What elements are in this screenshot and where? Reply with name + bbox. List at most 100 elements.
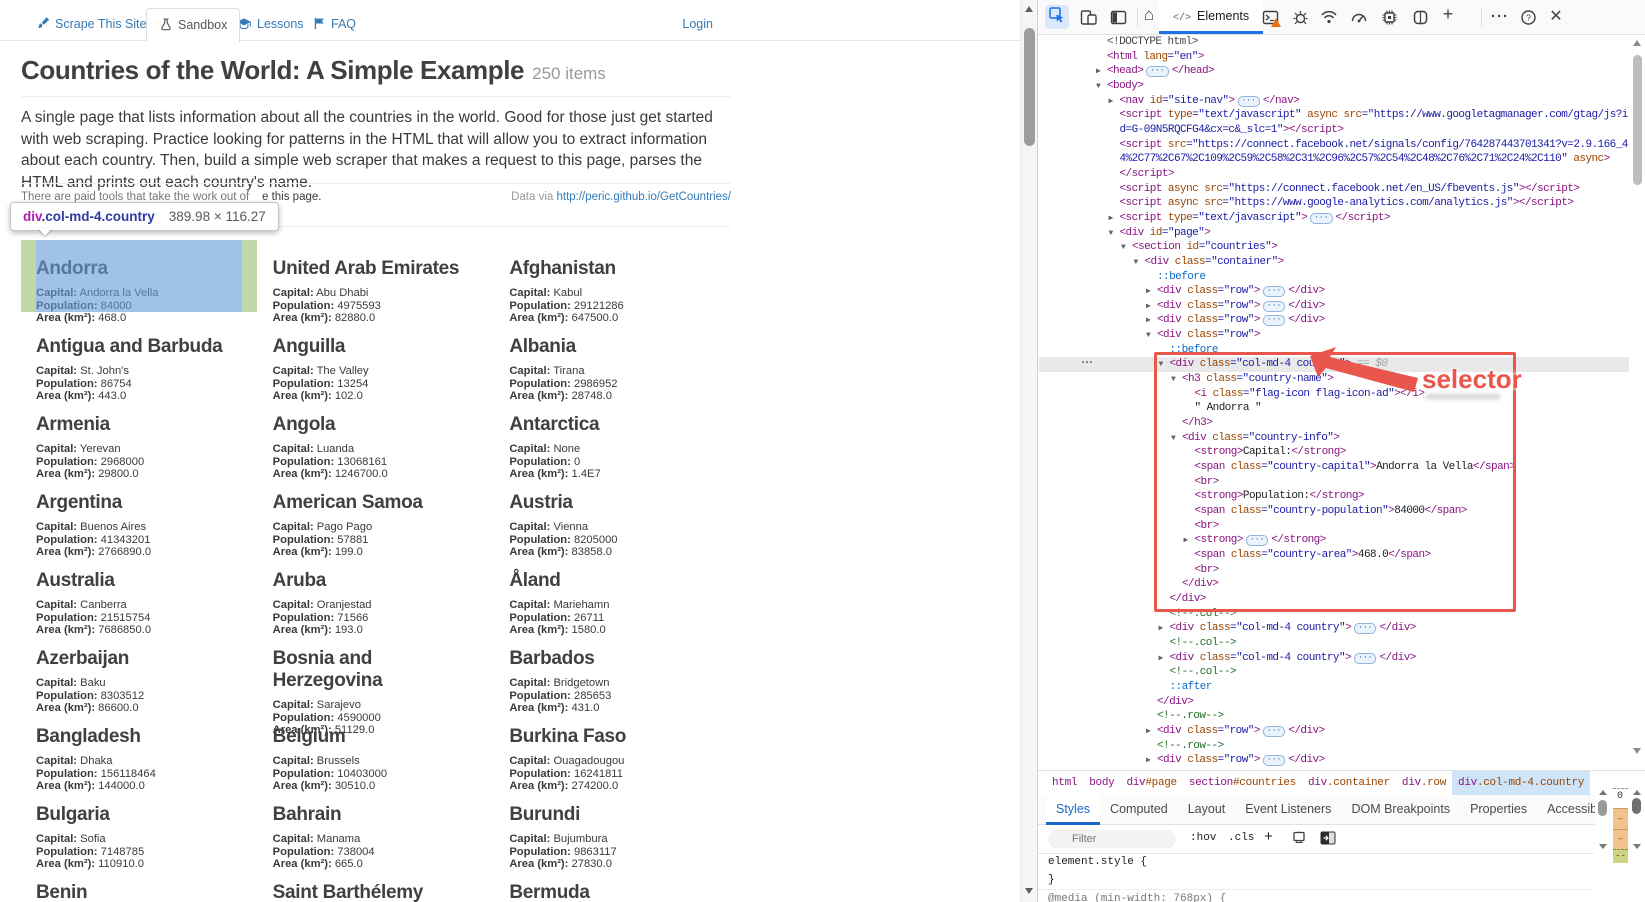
- help-icon[interactable]: ?: [1518, 7, 1538, 27]
- nav-item-login[interactable]: Login: [682, 8, 713, 40]
- application-icon[interactable]: [1410, 7, 1430, 27]
- dom-node[interactable]: <br>: [1039, 519, 1629, 534]
- element-style-open[interactable]: element.style {: [1038, 853, 1594, 871]
- dom-node[interactable]: ▼<h3 class="country-name">: [1039, 372, 1629, 387]
- dom-node[interactable]: ▶<head>···</head>: [1039, 64, 1629, 79]
- dom-node[interactable]: ::before: [1039, 270, 1629, 285]
- dom-node[interactable]: ▶<div class="row">···</div>: [1039, 299, 1629, 314]
- dom-node[interactable]: ▶<strong>···</strong>: [1039, 533, 1629, 548]
- scrollbar-down-arrow[interactable]: [1633, 748, 1641, 754]
- dom-node[interactable]: <br>: [1039, 563, 1629, 578]
- computed-styles-sidebar-icon[interactable]: [1292, 831, 1306, 851]
- inline-expand-icon[interactable]: ···: [1310, 213, 1332, 224]
- network-conditions-icon[interactable]: [1319, 7, 1339, 27]
- dom-node[interactable]: ▶<nav id="site-nav">···</nav>: [1039, 94, 1629, 109]
- breadcrumb-item[interactable]: div.col-md-4.country: [1452, 771, 1590, 796]
- dom-node[interactable]: <span class="country-capital">Andorra la…: [1039, 460, 1629, 475]
- scrollbar-thumb[interactable]: [1598, 800, 1607, 816]
- tab-computed[interactable]: Computed: [1100, 795, 1178, 822]
- dom-node[interactable]: ::after: [1039, 680, 1629, 695]
- dom-node[interactable]: <!--.row-->: [1039, 739, 1629, 754]
- dom-node[interactable]: <script type="text/javascript" async src…: [1039, 108, 1629, 123]
- inline-expand-icon[interactable]: ···: [1263, 301, 1285, 312]
- dom-node[interactable]: <i class="flag-icon flag-icon-ad"></i>: [1039, 387, 1629, 402]
- breadcrumb-item[interactable]: div.row: [1396, 771, 1452, 796]
- scrollbar-down-arrow[interactable]: [1633, 844, 1641, 849]
- dom-node[interactable]: <span class="country-area">468.0</span>: [1039, 548, 1629, 563]
- dom-node[interactable]: <script async src="https://www.google-an…: [1039, 196, 1629, 211]
- tab-properties[interactable]: Properties: [1460, 795, 1537, 822]
- element-style-close[interactable]: }: [1038, 871, 1594, 889]
- expand-arrow-icon[interactable]: ▶: [1096, 65, 1100, 80]
- scrollbar-down-arrow[interactable]: [1025, 888, 1033, 894]
- orange-marker[interactable]: –: [1613, 808, 1628, 829]
- dom-node[interactable]: ▼<div class="container">: [1039, 255, 1629, 270]
- collapse-arrow-icon[interactable]: ▼: [1171, 432, 1175, 447]
- dom-node[interactable]: ▼<div class="row">: [1039, 328, 1629, 343]
- nav-item-sandbox[interactable]: Sandbox: [146, 8, 240, 42]
- breadcrumb-item[interactable]: html: [1046, 771, 1083, 796]
- orange-marker[interactable]: –: [1613, 829, 1628, 849]
- scrollbar-up-arrow[interactable]: [1599, 790, 1607, 795]
- toggle-hover-state-button[interactable]: :hov: [1190, 832, 1216, 844]
- dom-node[interactable]: </div>: [1039, 577, 1629, 592]
- breadcrumb-item[interactable]: section#countries: [1183, 771, 1302, 796]
- inline-expand-icon[interactable]: ···: [1238, 96, 1260, 107]
- devtools-dom-scrollbar[interactable]: [1630, 35, 1645, 770]
- expand-arrow-icon[interactable]: ▶: [1146, 300, 1150, 315]
- home-icon[interactable]: ⌂: [1139, 5, 1159, 25]
- scrollbar-up-arrow[interactable]: [1025, 6, 1033, 12]
- dom-node[interactable]: ▶<div class="row">···</div>: [1039, 313, 1629, 328]
- expand-arrow-icon[interactable]: ▶: [1146, 285, 1150, 300]
- inspect-icon[interactable]: [1045, 5, 1069, 29]
- expand-arrow-icon[interactable]: ▶: [1159, 622, 1163, 637]
- nav-item-faq[interactable]: FAQ: [313, 8, 356, 40]
- inline-expand-icon[interactable]: ···: [1263, 726, 1285, 737]
- collapse-arrow-icon[interactable]: ▼: [1159, 358, 1163, 373]
- dom-node[interactable]: ▼<div class="country-info">: [1039, 431, 1629, 446]
- green-marker[interactable]: --: [1613, 849, 1628, 863]
- dom-node[interactable]: d=G-09N5RQCFG4&cx=c&_slc=1"></script>: [1039, 123, 1629, 138]
- dom-node[interactable]: <!--.row-->: [1039, 709, 1629, 724]
- inline-expand-icon[interactable]: ···: [1263, 286, 1285, 297]
- styles-filter-input[interactable]: [1048, 830, 1176, 848]
- dom-node[interactable]: ▶<script type="text/javascript">···</scr…: [1039, 211, 1629, 226]
- dom-node[interactable]: <!DOCTYPE html>: [1039, 35, 1629, 50]
- dom-node[interactable]: </script>: [1039, 167, 1629, 182]
- dom-node[interactable]: <span class="country-population">84000</…: [1039, 504, 1629, 519]
- sidebar-toggle-icon[interactable]: [1320, 831, 1336, 850]
- dom-node[interactable]: ▶<div class="row">···</div>: [1039, 753, 1629, 768]
- nav-item-lessons[interactable]: Lessons: [236, 8, 304, 40]
- expand-arrow-icon[interactable]: ▶: [1146, 754, 1150, 769]
- dom-node[interactable]: ::before: [1039, 343, 1629, 358]
- dom-node[interactable]: <!--.col-->: [1039, 665, 1629, 680]
- tab-elements[interactable]: </>Elements: [1159, 0, 1263, 34]
- tab-styles[interactable]: Styles: [1046, 795, 1100, 825]
- expand-arrow-icon[interactable]: ▶: [1159, 652, 1163, 667]
- scrollbar-down-arrow[interactable]: [1599, 844, 1607, 849]
- inline-expand-icon[interactable]: ···: [1263, 315, 1285, 326]
- dom-node[interactable]: <!--.col-->: [1039, 607, 1629, 622]
- issues-icon[interactable]: [1290, 7, 1310, 27]
- tab-event-listeners[interactable]: Event Listeners: [1235, 795, 1341, 822]
- dock-side-icon[interactable]: [1108, 7, 1128, 27]
- dom-node[interactable]: ▼<body>: [1039, 79, 1629, 94]
- media-rule-partial[interactable]: @media (min-width: 768px) {: [1038, 890, 1594, 902]
- collapse-arrow-icon[interactable]: ▼: [1146, 329, 1150, 344]
- scrollbar-up-arrow[interactable]: [1633, 40, 1641, 46]
- add-panel-icon[interactable]: +: [1438, 4, 1458, 24]
- inline-expand-icon[interactable]: ···: [1246, 535, 1268, 546]
- dom-node[interactable]: ▶<div class="col-md-4 country">···</div>: [1039, 621, 1629, 636]
- dom-node[interactable]: <strong>Capital:</strong>: [1039, 445, 1629, 460]
- dom-node[interactable]: ▼<div id="page">: [1039, 226, 1629, 241]
- memory-icon[interactable]: [1379, 7, 1399, 27]
- collapse-arrow-icon[interactable]: ▼: [1096, 80, 1100, 95]
- collapse-arrow-icon[interactable]: ▼: [1121, 241, 1125, 256]
- dom-node[interactable]: </div>: [1039, 695, 1629, 710]
- dom-node[interactable]: ▶<div class="col-md-4 country">···</div>: [1039, 651, 1629, 666]
- dom-node[interactable]: <br>: [1039, 475, 1629, 490]
- performance-icon[interactable]: [1349, 7, 1369, 27]
- data-source-link[interactable]: http://peric.github.io/GetCountries/: [556, 191, 731, 203]
- expand-arrow-icon[interactable]: ▶: [1146, 725, 1150, 740]
- dom-node[interactable]: ▶<div class="row">···</div>: [1039, 724, 1629, 739]
